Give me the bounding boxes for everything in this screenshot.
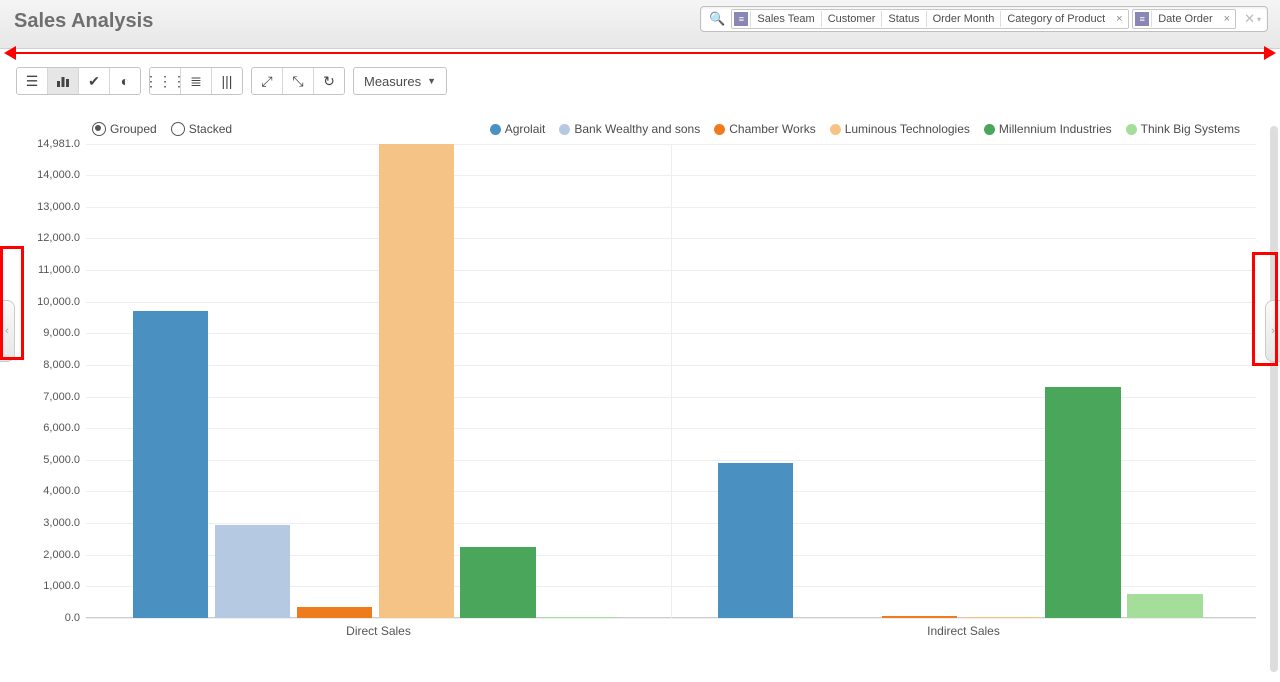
y-tick-label: 1,000.0 [43, 580, 86, 592]
legend-swatch [714, 124, 725, 135]
view-contrast-button[interactable]: ◐ [109, 68, 140, 94]
chart: Grouped Stacked Agrolait Bank Wealthy and… [16, 120, 1264, 652]
view-chart-button[interactable] [47, 68, 78, 94]
search-facet[interactable]: ≡Sales TeamCustomerStatusOrder MonthCate… [731, 9, 1128, 29]
search-clear-button[interactable]: ✕ ▾ [1238, 11, 1263, 27]
measures-label: Measures [364, 74, 421, 89]
grouped-radio[interactable]: Grouped [92, 122, 157, 136]
bar[interactable] [379, 144, 454, 618]
y-tick-label: 10,000.0 [37, 296, 86, 308]
view-check-button[interactable]: ✔ [78, 68, 109, 94]
view-buttons-group: ☰ ✔◐ [16, 67, 141, 95]
search-icon: 🔍 [705, 11, 729, 27]
search-facet[interactable]: ≡Date Order× [1132, 9, 1236, 29]
bar[interactable] [542, 617, 617, 618]
stacked-radio[interactable]: Stacked [171, 122, 232, 136]
x-axis-label: Direct Sales [346, 618, 411, 638]
legend-label: Think Big Systems [1141, 122, 1240, 136]
y-tick-label: 7,000.0 [43, 391, 86, 403]
y-tick-label: 14,000.0 [37, 169, 86, 181]
search-box[interactable]: 🔍 ≡Sales TeamCustomerStatusOrder MonthCa… [700, 6, 1268, 32]
layout-lines-button[interactable]: ≣ [180, 68, 211, 94]
facet-segment: Order Month [926, 11, 1001, 27]
caret-down-icon: ▼ [427, 76, 436, 86]
legend-label: Luminous Technologies [845, 122, 970, 136]
y-tick-label: 3,000.0 [43, 517, 86, 529]
y-tick-label: 11,000.0 [38, 264, 86, 276]
legend-swatch [490, 124, 501, 135]
radio-selected-icon [92, 122, 106, 136]
chart-mode-controls: Grouped Stacked [92, 122, 232, 136]
legend-item[interactable]: Bank Wealthy and sons [559, 122, 700, 136]
legend-label: Chamber Works [729, 122, 815, 136]
legend-item[interactable]: Chamber Works [714, 122, 815, 136]
y-tick-label: 9,000.0 [43, 327, 86, 339]
layout-columns-button[interactable]: ||| [211, 68, 242, 94]
measures-dropdown[interactable]: Measures ▼ [353, 67, 447, 95]
legend-label: Bank Wealthy and sons [574, 122, 700, 136]
radio-unselected-icon [171, 122, 185, 136]
chart-plot: 0.01,000.02,000.03,000.04,000.05,000.06,… [86, 144, 1256, 618]
facet-icon: ≡ [1135, 12, 1149, 26]
y-tick-label: 8,000.0 [43, 359, 86, 371]
bar[interactable] [882, 616, 957, 618]
view-list-button[interactable]: ☰ [17, 68, 47, 94]
toolbar: ☰ ✔◐ ⋮⋮⋮≣||| ⤢⤡↻ Measures ▼ [0, 49, 1280, 103]
legend-swatch [830, 124, 841, 135]
legend-item[interactable]: Luminous Technologies [830, 122, 970, 136]
facet-segment: Date Order [1151, 11, 1218, 27]
layout-grid-button[interactable]: ⋮⋮⋮ [150, 68, 180, 94]
header-bar: Sales Analysis 🔍 ≡Sales TeamCustomerStat… [0, 0, 1280, 49]
refresh-button[interactable]: ↻ [313, 68, 344, 94]
y-tick-label: 0.0 [65, 612, 86, 624]
facet-close-icon[interactable]: × [1219, 13, 1235, 25]
facet-segment: Sales Team [750, 11, 820, 27]
expand-diag-button[interactable]: ⤢ [252, 68, 282, 94]
legend-swatch [559, 124, 570, 135]
facet-segment: Customer [821, 11, 882, 27]
bar[interactable] [133, 311, 208, 618]
bar[interactable] [297, 607, 372, 618]
y-tick-label: 4,000.0 [43, 485, 86, 497]
chart-legend: Agrolait Bank Wealthy and sons Chamber Wor… [490, 122, 1240, 136]
bar[interactable] [215, 525, 290, 618]
layout-buttons-group: ⋮⋮⋮≣||| [149, 67, 243, 95]
y-tick-label: 6,000.0 [43, 422, 86, 434]
y-tick-label: 5,000.0 [43, 454, 86, 466]
right-panel-handle[interactable]: › [1265, 300, 1280, 362]
facet-icon: ≡ [734, 12, 748, 26]
legend-swatch [1126, 124, 1137, 135]
expand-full-button[interactable]: ⤡ [282, 68, 313, 94]
legend-label: Millennium Industries [999, 122, 1112, 136]
page-title: Sales Analysis [14, 10, 153, 33]
y-tick-label: 12,000.0 [37, 232, 86, 244]
bar[interactable] [1045, 387, 1120, 618]
legend-swatch [984, 124, 995, 135]
y-tick-label: 14,981.0 [37, 138, 86, 150]
facet-segment: Category of Product [1000, 11, 1111, 27]
legend-item[interactable]: Agrolait [490, 122, 546, 136]
facet-close-icon[interactable]: × [1111, 13, 1127, 25]
facet-segment: Status [881, 11, 925, 27]
y-tick-label: 2,000.0 [43, 549, 86, 561]
zoom-buttons-group: ⤢⤡↻ [251, 67, 345, 95]
legend-item[interactable]: Millennium Industries [984, 122, 1112, 136]
legend-label: Agrolait [505, 122, 546, 136]
bar[interactable] [460, 547, 535, 618]
bar[interactable] [964, 617, 1039, 618]
bar[interactable] [1127, 594, 1202, 618]
x-axis-label: Indirect Sales [927, 618, 1000, 638]
legend-item[interactable]: Think Big Systems [1126, 122, 1240, 136]
left-panel-handle[interactable]: ‹ [0, 300, 15, 362]
scrollbar[interactable] [1270, 126, 1278, 672]
y-tick-label: 13,000.0 [37, 201, 86, 213]
bar[interactable] [718, 463, 793, 618]
